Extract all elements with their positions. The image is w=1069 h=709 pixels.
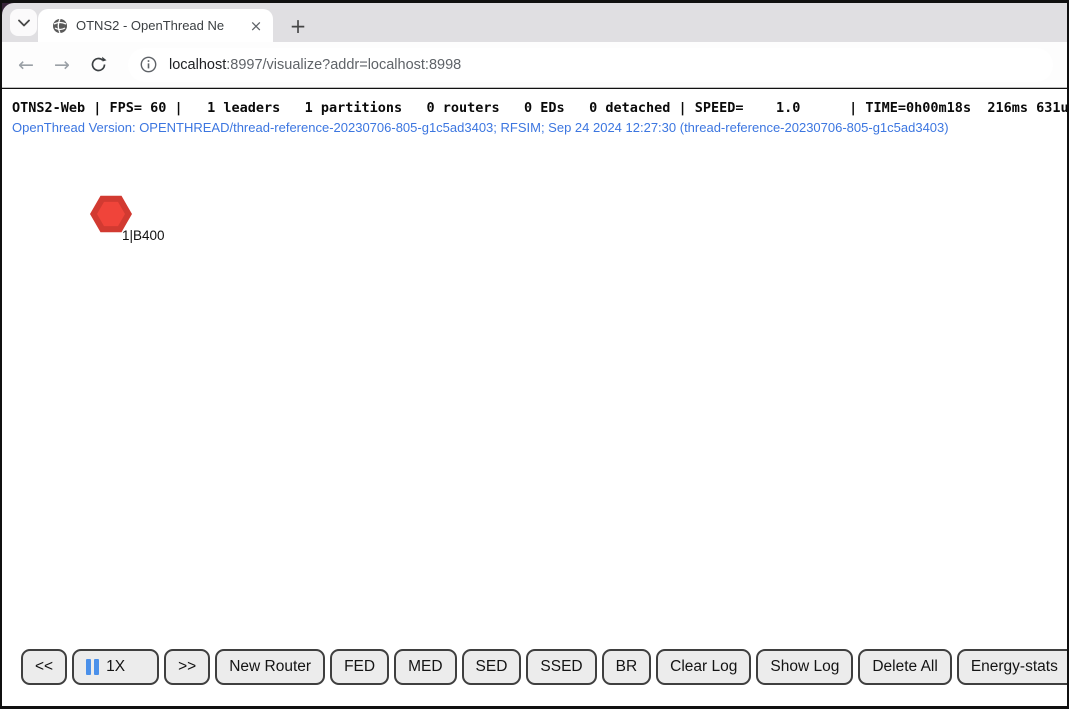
toolbar-button-label: FED: [344, 658, 375, 676]
back-button[interactable]: ←: [12, 51, 40, 79]
toolbar-button-label: <<: [35, 658, 53, 676]
reload-icon[interactable]: [84, 51, 112, 79]
toolbar-button-label: Energy-stats: [971, 658, 1058, 676]
site-info-icon[interactable]: [140, 56, 157, 73]
tab-strip: OTNS2 - OpenThread Ne × +: [2, 3, 1067, 42]
pause-icon: [86, 659, 99, 675]
toolbar-button-label: >>: [178, 658, 196, 676]
toolbar-button-label: Clear Log: [670, 658, 737, 676]
forward-button[interactable]: →: [48, 51, 76, 79]
browser-window: OTNS2 - OpenThread Ne × + ← → localhost:…: [0, 0, 1069, 709]
chevron-down-icon: [18, 15, 30, 30]
tab-title: OTNS2 - OpenThread Ne: [76, 18, 247, 33]
toolbar-button-ssed[interactable]: SSED: [526, 649, 596, 685]
new-tab-button[interactable]: +: [285, 13, 311, 39]
url-host: localhost: [169, 57, 226, 73]
toolbar-button-fast-forward[interactable]: >>: [164, 649, 210, 685]
toolbar-button-label: MED: [408, 658, 442, 676]
toolbar-button-rewind[interactable]: <<: [21, 649, 67, 685]
toolbar-button-label: SED: [476, 658, 508, 676]
toolbar-button-br[interactable]: BR: [602, 649, 652, 685]
navigation-toolbar: ← → localhost:8997/visualize?addr=localh…: [2, 42, 1067, 88]
toolbar-button-label: New Router: [229, 658, 311, 676]
node-label: 1|B400: [122, 228, 165, 243]
toolbar-button-clear-log[interactable]: Clear Log: [656, 649, 751, 685]
openthread-version-line: OpenThread Version: OPENTHREAD/thread-re…: [12, 120, 949, 135]
toolbar-button-sed[interactable]: SED: [462, 649, 522, 685]
url-text: localhost:8997/visualize?addr=localhost:…: [169, 57, 461, 73]
toolbar-button-med[interactable]: MED: [394, 649, 456, 685]
tab-close-icon[interactable]: ×: [247, 17, 265, 35]
address-bar[interactable]: localhost:8997/visualize?addr=localhost:…: [128, 48, 1053, 82]
globe-icon: [52, 18, 68, 34]
otns-page: OTNS2-Web | FPS= 60 | 1 leaders 1 partit…: [2, 89, 1067, 706]
external-link-icon: ↗: [1065, 659, 1067, 675]
toolbar-button-energy-stats[interactable]: Energy-stats ↗: [957, 649, 1067, 685]
toolbar-button-new-router[interactable]: New Router: [215, 649, 325, 685]
simulation-status-line: OTNS2-Web | FPS= 60 | 1 leaders 1 partit…: [12, 100, 1067, 116]
toolbar-button-label: BR: [616, 658, 638, 676]
toolbar-button-fed[interactable]: FED: [330, 649, 389, 685]
toolbar-button-label: 1X: [106, 658, 125, 676]
toolbar-button-show-log[interactable]: Show Log: [756, 649, 853, 685]
toolbar-button-label: SSED: [540, 658, 582, 676]
toolbar-button-delete-all[interactable]: Delete All: [858, 649, 951, 685]
toolbar-button-pause-speed[interactable]: 1X: [72, 649, 159, 685]
browser-tab[interactable]: OTNS2 - OpenThread Ne ×: [38, 9, 273, 42]
toolbar-button-label: Show Log: [770, 658, 839, 676]
url-path: :8997/visualize?addr=localhost:8998: [226, 57, 461, 73]
toolbar-button-label: Delete All: [872, 658, 937, 676]
tab-search-button[interactable]: [10, 9, 37, 36]
action-toolbar: << 1X >> New Router FED MED SED SSED BR Clear Log…: [21, 649, 1067, 685]
